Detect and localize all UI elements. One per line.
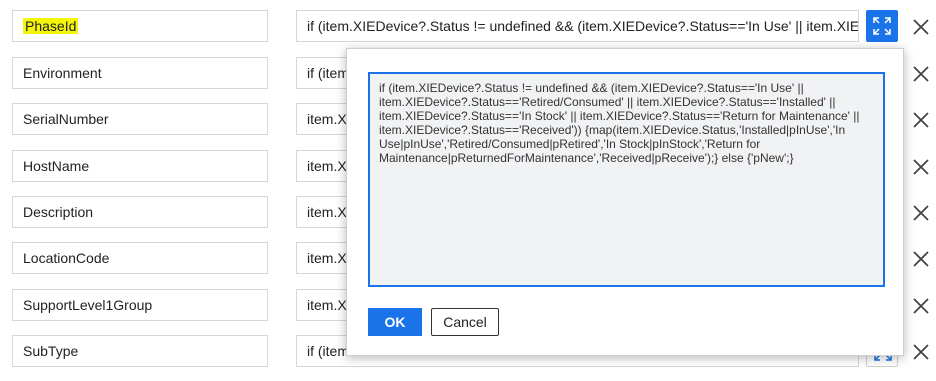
expression-editor-dialog: if (item.XIEDevice?.Status != undefined … <box>346 48 904 356</box>
close-icon[interactable] <box>910 156 932 178</box>
expression-textarea[interactable]: if (item.XIEDevice?.Status != undefined … <box>368 72 885 287</box>
cancel-button[interactable]: Cancel <box>431 308 499 336</box>
ok-button[interactable]: OK <box>368 308 422 336</box>
field-name-input[interactable]: HostName <box>12 150 268 182</box>
field-name-input[interactable]: SerialNumber <box>12 103 268 135</box>
field-name-input[interactable]: PhaseId <box>12 10 268 42</box>
close-icon[interactable] <box>910 295 932 317</box>
field-name-input[interactable]: LocationCode <box>12 242 268 274</box>
field-name-input[interactable]: SubType <box>12 335 268 367</box>
field-name-input[interactable]: Description <box>12 196 268 228</box>
close-icon[interactable] <box>910 16 932 38</box>
close-icon[interactable] <box>910 109 932 131</box>
close-icon[interactable] <box>910 202 932 224</box>
close-icon[interactable] <box>910 341 932 363</box>
field-name-highlight: PhaseId <box>23 18 79 34</box>
close-icon[interactable] <box>910 248 932 270</box>
field-expression-input[interactable]: if (item.XIEDevice?.Status != undefined … <box>296 10 859 42</box>
close-icon[interactable] <box>910 63 932 85</box>
field-name-input[interactable]: SupportLevel1Group <box>12 289 268 321</box>
expand-editor-button[interactable] <box>866 10 898 42</box>
expand-arrows-icon <box>873 17 891 35</box>
field-name-input[interactable]: Environment <box>12 57 268 89</box>
